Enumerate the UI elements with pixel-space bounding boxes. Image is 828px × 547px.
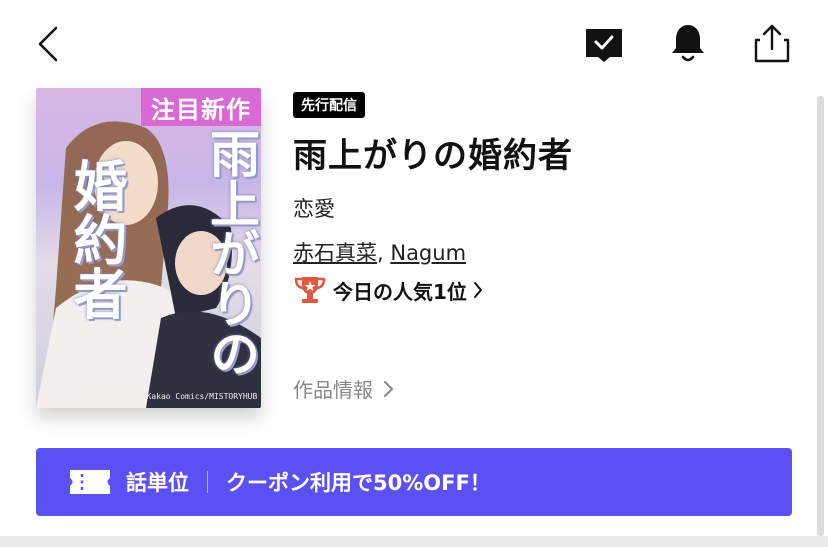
chevron-right-icon [473, 282, 482, 298]
chevron-right-icon [384, 380, 393, 397]
back-button[interactable] [28, 22, 68, 66]
trophy-icon [294, 277, 326, 303]
genre-label: 恋愛 [293, 197, 335, 221]
early-release-badge: 先行配信 [293, 92, 365, 118]
share-button[interactable] [750, 20, 794, 66]
cover-credit: ©赤石真菜/Nagum/Kakao Comics/MISTORYHUB [76, 392, 258, 401]
work-info-link[interactable]: 作品情報 [293, 374, 395, 403]
series-info: 先行配信 雨上がりの婚約者 恋愛 赤石真菜, Nagum 今日の人気1位 [293, 92, 793, 305]
ranking-link[interactable]: 今日の人気1位 [293, 275, 793, 305]
cover-image[interactable]: 注目新作 婚約者 雨上がりの ©赤石真菜/Nagum/Kakao Comics/… [36, 88, 261, 408]
artist-link[interactable]: Nagum [390, 241, 466, 265]
cover-title-left: 婚約者 [64, 158, 127, 320]
chevron-left-icon [38, 26, 58, 62]
cover-banner: 注目新作 [141, 88, 261, 126]
share-icon [754, 24, 790, 63]
ranking-text: 今日の人気1位 [333, 279, 467, 304]
author-link[interactable]: 赤石真菜 [293, 241, 377, 265]
notification-button[interactable] [666, 20, 710, 66]
author-list: 赤石真菜, Nagum [293, 237, 793, 267]
bookshelf-button[interactable] [582, 22, 626, 66]
top-bar [0, 0, 828, 88]
cover-title-right: 雨上がりの [202, 128, 260, 378]
bell-icon [672, 25, 704, 62]
author-separator: , [377, 241, 391, 265]
section-divider [0, 536, 828, 547]
coupon-unit: 話単位 [126, 471, 189, 495]
coupon-banner[interactable]: 話単位 クーポン利用で50%OFF！ [36, 448, 792, 516]
series-title: 雨上がりの婚約者 [293, 136, 573, 176]
bookshelf-check-icon [586, 29, 622, 62]
work-info-label: 作品情報 [293, 378, 373, 402]
scrollbar[interactable] [817, 96, 824, 536]
coupon-message: クーポン利用で50%OFF！ [226, 471, 491, 495]
ticket-icon [70, 470, 110, 494]
coupon-divider [207, 471, 208, 493]
